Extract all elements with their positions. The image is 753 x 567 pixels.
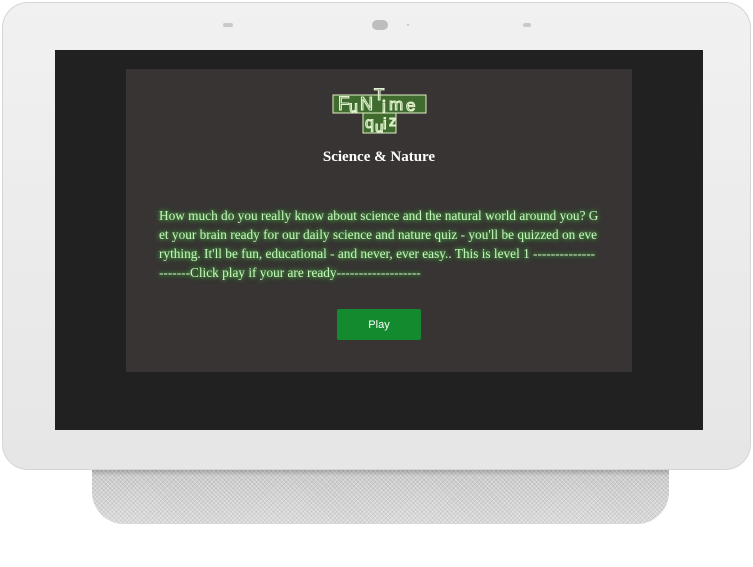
smart-display-frame: F u N T i m e q u i z Science & Nature H… — [2, 2, 751, 470]
logo-letter: e — [406, 96, 415, 115]
camera-sensor — [372, 20, 388, 30]
indicator-light — [407, 24, 409, 26]
funtime-quiz-logo: F u N T i m e q u i z — [332, 86, 427, 137]
play-button[interactable]: Play — [337, 309, 421, 340]
logo-letter: m — [389, 95, 403, 114]
quiz-card: F u N T i m e q u i z Science & Nature H… — [126, 69, 632, 372]
speaker-base — [92, 470, 669, 524]
logo-letter: i — [382, 97, 386, 116]
logo-letter: i — [383, 116, 387, 133]
quiz-title: Science & Nature — [322, 149, 436, 165]
ambient-sensor-left — [223, 23, 233, 27]
logo-letter: N — [360, 94, 373, 114]
logo-letter: q — [365, 115, 374, 132]
logo-letter: u — [349, 99, 358, 116]
base-shadow — [92, 470, 669, 476]
quiz-description: How much do you really know about scienc… — [159, 208, 599, 280]
display-screen: F u N T i m e q u i z Science & Nature H… — [55, 50, 703, 430]
logo-letter: z — [389, 113, 397, 130]
ambient-sensor-right — [523, 23, 531, 27]
logo-letter: F — [338, 94, 350, 115]
